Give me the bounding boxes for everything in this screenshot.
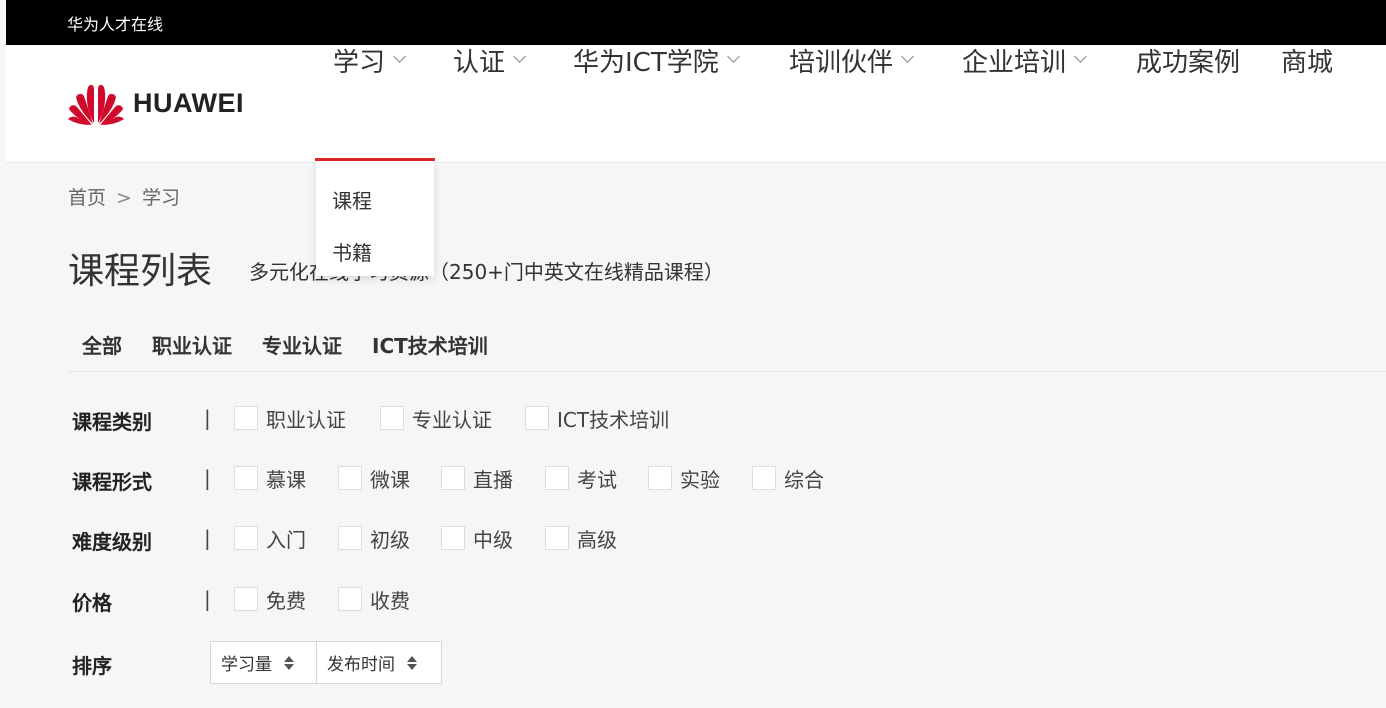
checkbox[interactable] [441, 466, 465, 490]
chevron-down-icon [393, 49, 406, 63]
dropdown-item-courses[interactable]: 课程 [332, 185, 372, 214]
checkbox[interactable] [441, 526, 465, 550]
checkbox[interactable] [752, 466, 776, 490]
dropdown-item-books[interactable]: 书籍 [332, 237, 372, 266]
filter-separator: | [204, 466, 211, 490]
breadcrumb-current: 学习 [141, 187, 180, 209]
huawei-logo[interactable]: HUAWEI [68, 81, 244, 125]
top-bar: 华为人才在线 [6, 0, 1386, 45]
filter-option[interactable]: 考试 [545, 463, 617, 493]
filter-separator: | [204, 406, 211, 430]
nav-item-label: 企业培训 [962, 47, 1067, 78]
sort-updown-icon [407, 655, 417, 671]
sort-by-publish-time-button[interactable]: 发布时间 [316, 641, 442, 684]
sort-updown-icon [284, 655, 294, 671]
chevron-down-icon [726, 49, 740, 63]
checkbox[interactable] [234, 406, 258, 430]
filter-label: 课程形式 [72, 470, 152, 494]
filter-option[interactable]: 直播 [441, 463, 513, 493]
filter-label: 价格 [72, 591, 112, 615]
study-dropdown-menu: 课程 书籍 [316, 161, 434, 276]
category-tabs: 全部 职业认证 专业认证 ICT技术培训 [82, 330, 518, 359]
breadcrumb-home[interactable]: 首页 [68, 187, 106, 209]
filter-option[interactable]: 中级 [441, 523, 513, 553]
checkbox[interactable] [380, 406, 404, 430]
checkbox[interactable] [338, 526, 362, 550]
filter-option[interactable]: 初级 [338, 523, 410, 553]
nav-item-ict-academy[interactable]: 华为ICT学院 [573, 45, 740, 78]
nav-item-success-cases[interactable]: 成功案例 [1136, 45, 1240, 78]
sort-by-study-count-button[interactable]: 学习量 [210, 641, 317, 684]
site-name[interactable]: 华为人才在线 [67, 11, 163, 35]
logo-wordmark: HUAWEI [133, 87, 244, 118]
nav-item-label: 学习 [333, 47, 386, 78]
sort-option-label: 学习量 [221, 655, 272, 675]
tabs-divider [68, 371, 1386, 372]
checkbox[interactable] [338, 587, 362, 611]
breadcrumb: 首页 > 学习 [68, 183, 180, 210]
checkbox[interactable] [525, 406, 549, 430]
checkbox[interactable] [648, 466, 672, 490]
checkbox[interactable] [234, 526, 258, 550]
tab-ict-training[interactable]: ICT技术培训 [372, 330, 488, 359]
chevron-down-icon [901, 49, 914, 63]
sort-label: 排序 [72, 654, 112, 678]
checkbox[interactable] [545, 526, 569, 550]
nav-item-label: 培训伙伴 [789, 47, 894, 78]
nav-item-certification[interactable]: 认证 [453, 45, 526, 78]
checkbox[interactable] [545, 466, 569, 490]
nav-item-label: 商城 [1281, 47, 1334, 78]
nav-item-study[interactable]: 学习 [333, 45, 406, 78]
checkbox[interactable] [234, 466, 258, 490]
filter-option[interactable]: 实验 [648, 463, 720, 493]
filter-option[interactable]: 免费 [234, 584, 306, 614]
filter-label: 难度级别 [72, 530, 152, 554]
nav-item-label: 华为ICT学院 [573, 47, 719, 78]
filter-option[interactable]: 微课 [338, 463, 410, 493]
filter-option[interactable]: 综合 [752, 463, 824, 493]
filter-option[interactable]: 职业认证 [234, 403, 346, 433]
breadcrumb-separator: > [116, 187, 132, 209]
checkbox[interactable] [338, 466, 362, 490]
huawei-petal-icon [68, 84, 124, 125]
sort-option-label: 发布时间 [327, 655, 395, 675]
tab-professional-certification[interactable]: 专业认证 [262, 330, 342, 359]
filter-option[interactable]: 慕课 [234, 463, 306, 493]
filter-option[interactable]: 收费 [338, 584, 410, 614]
tab-all[interactable]: 全部 [82, 330, 122, 359]
nav-item-training-partners[interactable]: 培训伙伴 [789, 45, 914, 78]
nav-item-enterprise-training[interactable]: 企业培训 [962, 45, 1087, 78]
filter-option[interactable]: 高级 [545, 523, 617, 553]
nav-item-label: 成功案例 [1136, 47, 1241, 78]
page-title: 课程列表 [68, 251, 213, 292]
filter-option[interactable]: ICT技术培训 [525, 403, 669, 433]
nav-item-label: 认证 [453, 47, 506, 78]
filter-label: 课程类别 [72, 410, 152, 434]
checkbox[interactable] [234, 587, 258, 611]
filter-option[interactable]: 专业认证 [380, 403, 492, 433]
chevron-down-icon [513, 49, 526, 63]
filter-option[interactable]: 入门 [234, 523, 306, 553]
tab-career-certification[interactable]: 职业认证 [152, 330, 232, 359]
nav-item-store[interactable]: 商城 [1281, 45, 1333, 78]
filter-separator: | [204, 526, 211, 550]
filter-separator: | [204, 587, 211, 611]
chevron-down-icon [1074, 49, 1087, 63]
